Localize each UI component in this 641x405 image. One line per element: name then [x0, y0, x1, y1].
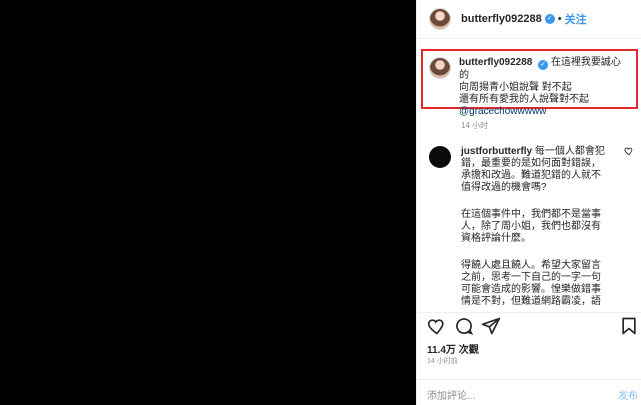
post-time: 14 小时前	[427, 358, 458, 365]
comment-like-heart-icon[interactable]	[624, 146, 634, 156]
comment-input[interactable]: 添加評论...	[427, 387, 475, 402]
comment-body: justforbutterfly 每一個人都會犯錯，最重要的是如何面對錯誤，承擔…	[461, 146, 609, 308]
comment-paragraph-2: 在這個事件中，我們都不是當事人，除了周小姐，我們也都沒有資格評論什麼。	[461, 209, 601, 244]
caption-username[interactable]: butterfly092288	[459, 57, 532, 68]
caption-text: butterfly092288 ✓ 在這裡我要誠心的 向周揚青小姐說聲 對不起 …	[459, 57, 629, 117]
post-side-panel: butterfly092288 ✓ • 关注 butterfly092288 ✓…	[416, 0, 641, 405]
caption-avatar[interactable]	[429, 57, 451, 79]
caption-line3: 還有所有愛我的人說聲對不起	[459, 94, 589, 105]
comment-icon[interactable]	[454, 316, 474, 336]
caption-mention-link[interactable]: @gracechowwwww	[459, 106, 546, 117]
commenter-avatar[interactable]	[429, 146, 451, 168]
commenter-username[interactable]: justforbutterfly	[461, 146, 532, 157]
author-avatar[interactable]	[429, 8, 451, 30]
separator-dot: •	[557, 13, 562, 25]
post-actions: 11.4万 次觀 14 小时前 添加評论... 发布	[417, 312, 641, 405]
share-icon[interactable]	[481, 316, 501, 336]
post-media[interactable]	[0, 0, 416, 405]
add-comment-bar: 添加評论... 发布	[417, 379, 641, 405]
comment-item: justforbutterfly 每一個人都會犯錯，最重要的是如何面對錯誤，承擔…	[429, 146, 634, 308]
caption-highlight: butterfly092288 ✓ 在這裡我要誠心的 向周揚青小姐說聲 對不起 …	[421, 49, 638, 117]
heart-icon[interactable]	[427, 316, 447, 336]
post-header: butterfly092288 ✓ • 关注	[417, 0, 641, 39]
author-username[interactable]: butterfly092288	[461, 13, 542, 25]
comment-paragraph-3: 得饒人處且饒人。希望大家留言之前，思考一下自己的一字一句可能會造成的影響。惶樂做…	[461, 260, 601, 307]
follow-button[interactable]: 关注	[565, 11, 587, 27]
verified-icon: ✓	[544, 14, 555, 24]
caption-verified-icon: ✓	[538, 60, 549, 70]
views-count[interactable]: 11.4万 次觀	[427, 341, 479, 356]
action-icons-row	[427, 316, 639, 340]
bookmark-icon[interactable]	[619, 316, 639, 336]
post-button[interactable]: 发布	[618, 387, 638, 402]
comments-scroll-area[interactable]: butterfly092288 ✓ 在這裡我要誠心的 向周揚青小姐說聲 對不起 …	[417, 40, 641, 312]
caption-line2: 向周揚青小姐說聲 對不起	[459, 82, 572, 93]
caption-time: 14 小时	[461, 121, 489, 130]
